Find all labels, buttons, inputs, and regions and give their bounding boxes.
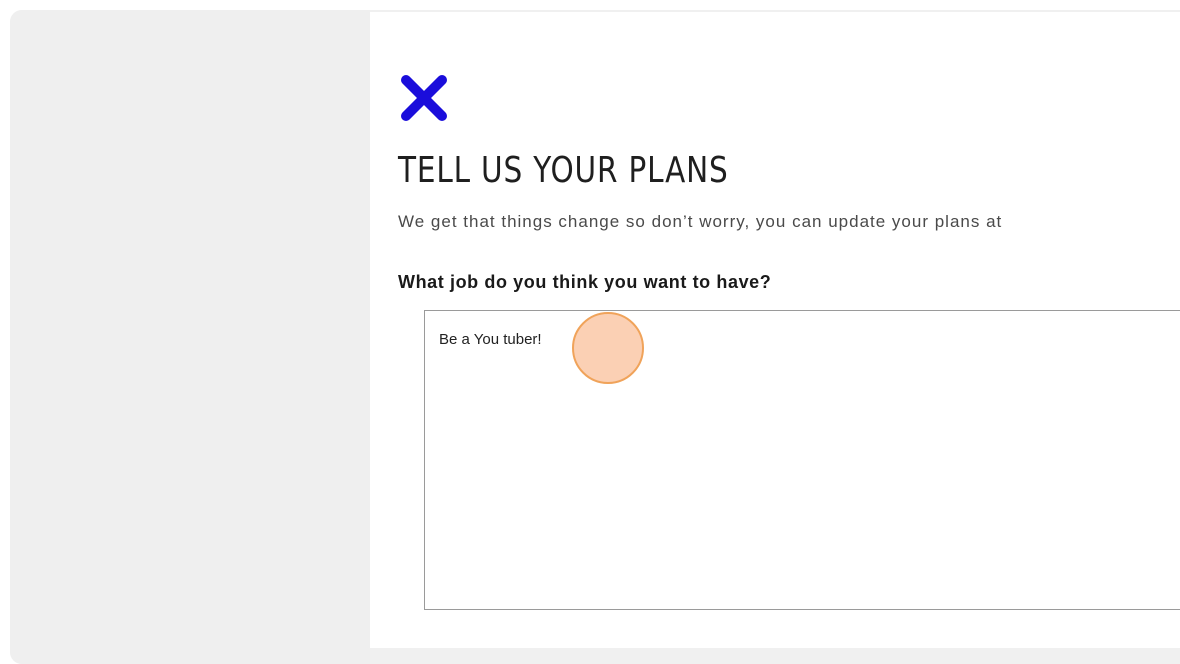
plans-form-panel: TELL US YOUR PLANS We get that things ch… [370,12,1180,648]
job-question-label: What job do you think you want to have? [398,272,772,292]
page-subtitle: We get that things change so don’t worry… [398,212,1003,231]
job-answer-textarea[interactable]: Be a You tuber! [424,310,1180,610]
close-icon [401,75,447,121]
page-frame: TELL US YOUR PLANS We get that things ch… [10,10,1180,664]
close-button[interactable] [398,72,450,124]
page-title: TELL US YOUR PLANS [398,150,729,191]
left-panel [10,10,370,664]
